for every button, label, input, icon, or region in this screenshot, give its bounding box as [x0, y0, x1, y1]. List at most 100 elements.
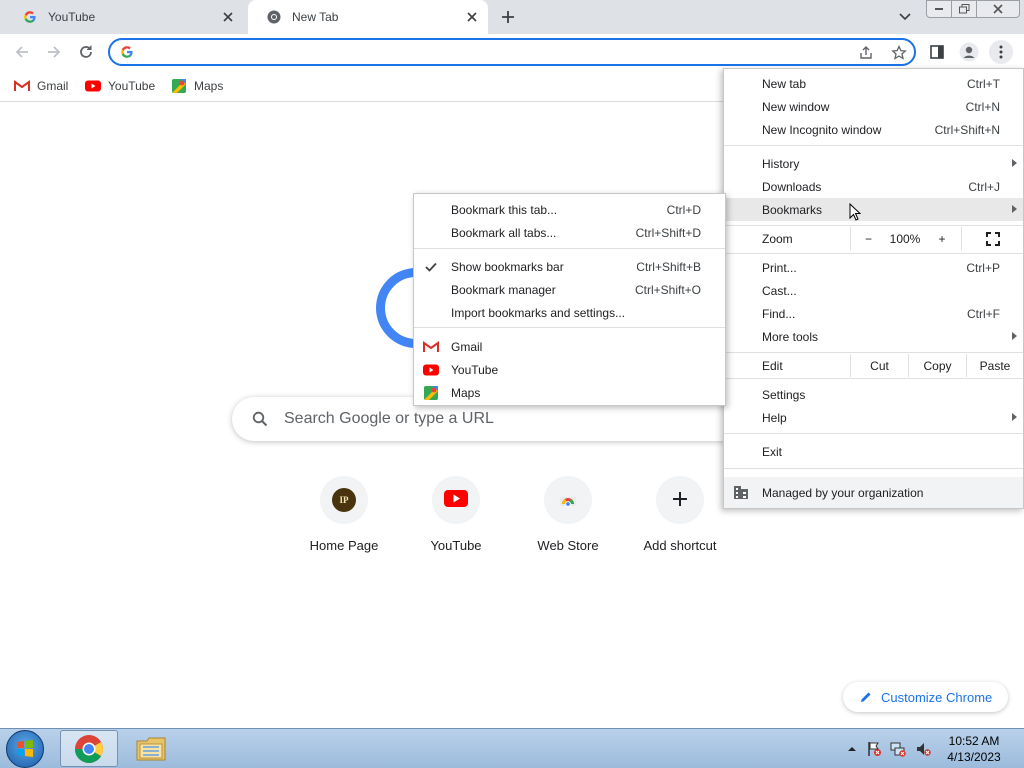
menu-item-shortcut: Ctrl+J — [968, 179, 1000, 194]
pencil-icon — [859, 690, 873, 704]
zoom-out-label: − — [864, 231, 872, 246]
cut-label: Cut — [870, 358, 889, 373]
menu-item-shortcut: Ctrl+Shift+D — [635, 225, 701, 240]
start-button[interactable] — [6, 730, 44, 768]
menu-item-find[interactable]: Find... Ctrl+F — [724, 302, 1023, 325]
windows-taskbar: 10:52 AM 4/13/2023 — [0, 728, 1024, 768]
menu-item-bookmarks[interactable]: Bookmarks — [724, 198, 1023, 221]
customize-chrome-button[interactable]: Customize Chrome — [843, 682, 1008, 712]
close-tab-icon[interactable] — [220, 9, 236, 25]
browser-toolbar — [0, 34, 1024, 70]
web-store-icon — [557, 488, 579, 513]
maps-icon — [423, 385, 439, 401]
new-tab-plus-icon[interactable] — [498, 7, 518, 27]
bookmark-youtube[interactable]: YouTube — [85, 76, 155, 96]
shortcut-label: Add shortcut — [643, 538, 717, 553]
menu-item-shortcut: Ctrl+Shift+B — [636, 259, 701, 274]
action-center-flag-icon[interactable] — [866, 741, 882, 757]
shortcut-add[interactable]: Add shortcut — [624, 476, 736, 566]
zoom-in-button[interactable]: + — [924, 227, 960, 250]
menu-separator — [724, 468, 1023, 469]
menu-item-more-tools[interactable]: More tools — [724, 325, 1023, 348]
cut-button[interactable]: Cut — [850, 354, 908, 377]
reload-icon[interactable] — [74, 40, 98, 64]
menu-item-label: History — [762, 156, 800, 171]
submenu-item-gmail[interactable]: Gmail — [414, 335, 725, 358]
menu-item-label: More tools — [762, 329, 819, 344]
fullscreen-button[interactable] — [961, 227, 1023, 250]
managed-by-organization[interactable]: Managed by your organization — [724, 477, 1023, 508]
submenu-arrow-icon — [1012, 205, 1017, 213]
zoom-out-button[interactable]: − — [850, 227, 886, 250]
menu-separator — [724, 378, 1023, 379]
submenu-item-import[interactable]: Import bookmarks and settings... — [414, 301, 725, 324]
ntp-search-input[interactable] — [284, 410, 684, 428]
restore-window-button[interactable] — [951, 0, 977, 18]
bookmark-gmail[interactable]: Gmail — [14, 76, 68, 96]
menu-item-new-window[interactable]: New window Ctrl+N — [724, 95, 1023, 118]
tab-search-chevron-icon[interactable] — [896, 9, 914, 25]
address-bar[interactable] — [108, 38, 916, 66]
submenu-item-maps[interactable]: Maps — [414, 381, 725, 404]
shortcut-youtube[interactable]: YouTube — [400, 476, 512, 566]
taskbar-chrome[interactable] — [60, 730, 118, 767]
tab-new-tab[interactable]: New Tab — [248, 0, 488, 34]
forward-arrow-icon[interactable] — [42, 40, 66, 64]
menu-item-history[interactable]: History — [724, 152, 1023, 175]
menu-item-shortcut: Ctrl+T — [967, 76, 1000, 91]
menu-item-cast[interactable]: Cast... — [724, 279, 1023, 302]
shortcut-home-page[interactable]: IP Home Page — [288, 476, 400, 566]
menu-item-label: Edit — [762, 358, 783, 373]
paste-button[interactable]: Paste — [966, 354, 1023, 377]
menu-item-exit[interactable]: Exit — [724, 440, 1023, 463]
volume-muted-icon[interactable] — [915, 741, 931, 757]
chrome-menu-kebab-icon[interactable] — [989, 40, 1013, 64]
zoom-in-label: + — [938, 231, 946, 246]
taskbar-clock[interactable]: 10:52 AM 4/13/2023 — [938, 733, 1010, 765]
shortcut-tile: IP — [320, 476, 368, 524]
menu-item-settings[interactable]: Settings — [724, 383, 1023, 406]
network-icon[interactable] — [890, 741, 906, 757]
building-icon — [733, 485, 749, 503]
submenu-item-youtube[interactable]: YouTube — [414, 358, 725, 381]
menu-item-new-incognito[interactable]: New Incognito window Ctrl+Shift+N — [724, 118, 1023, 141]
menu-item-label: Exit — [762, 444, 783, 459]
menu-item-label: Maps — [451, 385, 481, 400]
menu-item-label: Find... — [762, 306, 796, 321]
close-tab-icon[interactable] — [464, 9, 480, 25]
menu-row-edit: Edit Cut Copy Paste — [724, 354, 1023, 377]
close-window-button[interactable] — [976, 0, 1020, 18]
menu-item-shortcut: Ctrl+Shift+N — [934, 122, 1000, 137]
menu-item-label: Bookmarks — [762, 202, 823, 217]
submenu-item-bookmark-all[interactable]: Bookmark all tabs... Ctrl+Shift+D — [414, 221, 725, 244]
clock-time: 10:52 AM — [948, 734, 1000, 748]
menu-item-print[interactable]: Print... Ctrl+P — [724, 256, 1023, 279]
mouse-cursor-icon — [849, 202, 862, 224]
submenu-item-bookmark-tab[interactable]: Bookmark this tab... Ctrl+D — [414, 198, 725, 221]
bookmark-maps[interactable]: Maps — [171, 76, 223, 96]
back-arrow-icon[interactable] — [10, 40, 34, 64]
bookmark-label: Gmail — [37, 79, 69, 93]
menu-item-downloads[interactable]: Downloads Ctrl+J — [724, 175, 1023, 198]
submenu-item-bookmark-manager[interactable]: Bookmark manager Ctrl+Shift+O — [414, 278, 725, 301]
share-icon[interactable] — [856, 43, 876, 63]
bookmark-star-icon[interactable] — [889, 43, 909, 63]
taskbar-file-explorer[interactable] — [122, 730, 180, 767]
minimize-window-button[interactable] — [926, 0, 952, 18]
copy-button[interactable]: Copy — [908, 354, 966, 377]
gmail-icon — [423, 339, 439, 355]
submenu-item-show-bookmarks-bar[interactable]: Show bookmarks bar Ctrl+Shift+B — [414, 255, 725, 278]
menu-item-help[interactable]: Help — [724, 406, 1023, 429]
bookmark-label: YouTube — [108, 79, 156, 93]
profile-avatar-icon[interactable] — [957, 40, 981, 64]
menu-item-label: Help — [762, 410, 787, 425]
menu-item-label: Bookmark manager — [451, 282, 556, 297]
menu-item-new-tab[interactable]: New tab Ctrl+T — [724, 72, 1023, 95]
customize-chrome-label: Customize Chrome — [881, 689, 993, 705]
show-hidden-icons-arrow-icon[interactable] — [844, 741, 860, 757]
tab-youtube[interactable]: YouTube — [4, 0, 244, 34]
side-panel-icon[interactable] — [925, 40, 949, 64]
shortcut-web-store[interactable]: Web Store — [512, 476, 624, 566]
menu-item-shortcut: Ctrl+N — [965, 99, 1000, 114]
menu-separator — [724, 433, 1023, 434]
